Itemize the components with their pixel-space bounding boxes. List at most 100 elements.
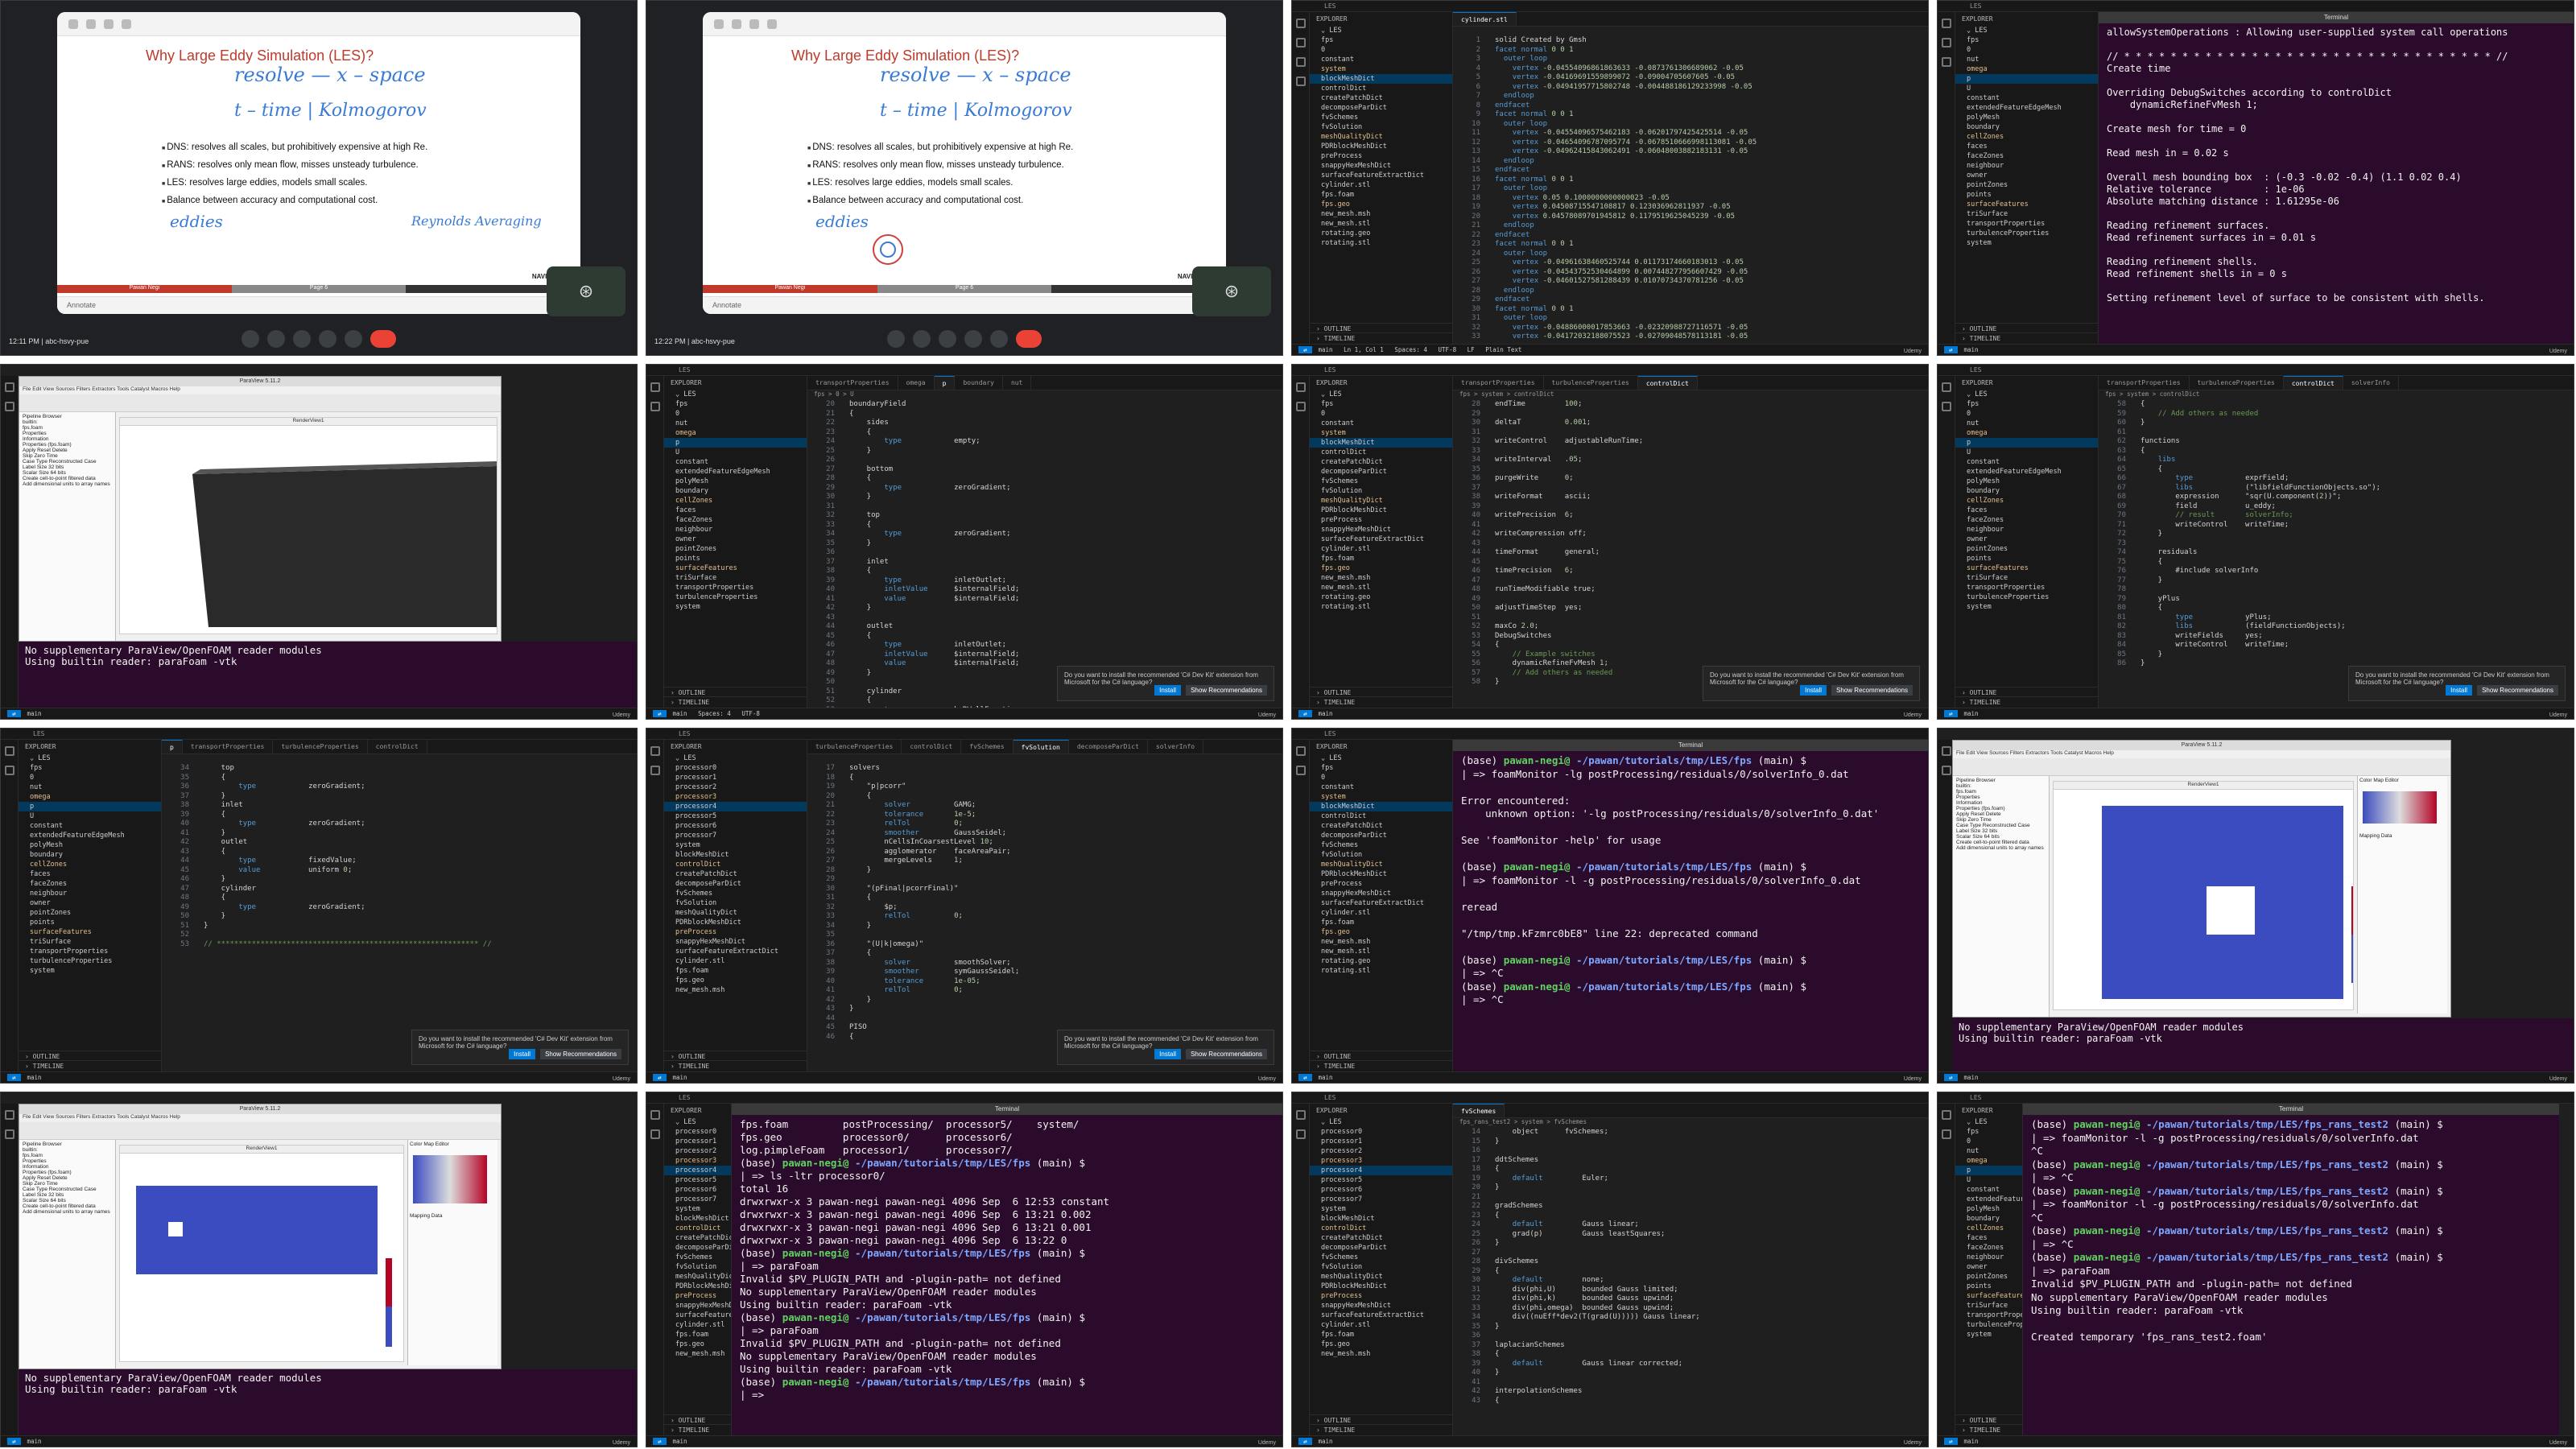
explorer-item[interactable]: fps.foam [1310, 190, 1452, 200]
install-button[interactable]: Install [2446, 685, 2473, 696]
remote-indicator[interactable]: ⇄ [653, 1438, 667, 1445]
explorer-item[interactable]: faces [1955, 1233, 2022, 1243]
explorer-item[interactable]: U [19, 811, 161, 821]
explorer-item[interactable]: controlDict [664, 1224, 731, 1233]
color-map-editor[interactable]: Color Map Editor Mapping Data [2357, 776, 2447, 1013]
explorer-item[interactable]: new_mesh.stl [1310, 583, 1452, 592]
paraview-menu[interactable]: File Edit View Sources Filters Extractor… [1953, 750, 2450, 758]
explorer-item[interactable]: fps.foam [1310, 554, 1452, 564]
section-timeline[interactable]: › TIMELINE [664, 696, 807, 708]
explorer-item[interactable]: extendedFeatureEdgeMesh [1955, 103, 2098, 113]
install-button[interactable]: Install [509, 1049, 536, 1059]
explorer-item[interactable]: fvSchemes [664, 1253, 731, 1262]
editor-tab[interactable]: boundary [955, 376, 1003, 390]
explorer-item[interactable]: constant [1310, 419, 1452, 428]
highlighter-icon[interactable] [732, 19, 741, 29]
explorer-item[interactable]: faces [19, 869, 161, 879]
editor-tab[interactable]: turbulenceProperties [2190, 376, 2284, 390]
explorer-root[interactable]: ⌄ LES [1955, 1117, 2022, 1127]
explorer-root[interactable]: ⌄ LES [664, 390, 807, 399]
explorer-item[interactable]: surfaceFeatures [1955, 200, 2098, 209]
present-icon[interactable] [319, 330, 336, 348]
editor-tab[interactable]: transportProperties [807, 376, 898, 390]
explorer-item[interactable]: triSurface [664, 573, 807, 583]
explorer-item[interactable]: omega [1955, 1156, 2022, 1166]
explorer-item[interactable]: meshQualityDict [1310, 1272, 1452, 1282]
editor-tab[interactable]: transportProperties [1453, 376, 1544, 390]
files-icon[interactable] [1295, 382, 1306, 392]
explorer-item[interactable]: nut [19, 782, 161, 792]
explorer-item[interactable]: fps.geo [664, 976, 807, 985]
explorer-item[interactable]: boundary [19, 850, 161, 860]
terminal-panel[interactable]: Terminal fps.foam postProcessing/ proces… [732, 1104, 1282, 1435]
explorer-item[interactable]: faces [1955, 506, 2098, 515]
explorer-item[interactable]: neighbour [19, 889, 161, 898]
breadcrumb[interactable]: fps > 0 > U [807, 390, 1282, 400]
explorer-item[interactable]: boundary [1955, 122, 2098, 132]
editor-tab[interactable]: nut [1003, 376, 1032, 390]
explorer-item[interactable]: processor7 [1310, 1195, 1452, 1204]
explorer-item[interactable]: polyMesh [1955, 113, 2098, 122]
explorer-item[interactable]: fps [1310, 35, 1452, 45]
explorer-item[interactable]: faceZones [19, 879, 161, 889]
files-icon[interactable] [1941, 382, 1951, 392]
section-timeline[interactable]: › TIMELINE [1955, 696, 2098, 708]
explorer-item[interactable]: faces [664, 506, 807, 515]
undo-icon[interactable] [122, 19, 131, 29]
explorer-item[interactable]: fps.geo [1310, 927, 1452, 937]
editor-tab[interactable]: turbulenceProperties [273, 740, 368, 753]
explorer-item[interactable]: processor6 [664, 821, 807, 831]
explorer-item[interactable]: points [1955, 554, 2098, 564]
editor-tab[interactable]: turbulenceProperties [807, 740, 902, 753]
explorer-item[interactable]: cellZones [1955, 132, 2098, 142]
breadcrumb[interactable]: fps > system > controlDict [2099, 390, 2574, 400]
remote-indicator[interactable]: ⇄ [7, 1438, 21, 1445]
section-timeline[interactable]: › TIMELINE [19, 1060, 161, 1071]
explorer-item[interactable]: owner [664, 535, 807, 544]
tab-cylinder-stl[interactable]: cylinder.stl [1453, 12, 1517, 26]
explorer-item[interactable]: cylinder.stl [1310, 544, 1452, 554]
explorer-item[interactable]: cellZones [19, 860, 161, 869]
source-control-icon[interactable] [1295, 57, 1306, 67]
mic-icon[interactable] [887, 330, 905, 348]
explorer-root[interactable]: ⌄ LES [1310, 1117, 1452, 1127]
explorer-item[interactable]: system [1310, 64, 1452, 74]
explorer-item[interactable]: surfaceFeatures [1955, 564, 2098, 573]
explorer-item[interactable]: turbulenceProperties [1955, 229, 2098, 238]
present-icon[interactable] [964, 330, 982, 348]
explorer-item[interactable]: polyMesh [19, 840, 161, 850]
explorer-item[interactable]: transportProperties [1955, 583, 2098, 592]
explorer-item[interactable]: owner [1955, 535, 2098, 544]
explorer-item[interactable]: processor5 [664, 1175, 731, 1185]
files-icon[interactable] [4, 746, 14, 756]
paraview-toolbar[interactable] [1953, 758, 2450, 776]
editor-tab[interactable]: decomposeParDict [1069, 740, 1148, 753]
section-timeline[interactable]: › TIMELINE [1310, 1060, 1452, 1071]
explorer-item[interactable]: fps.foam [664, 966, 807, 976]
explorer-item[interactable]: controlDict [1310, 448, 1452, 457]
explorer-item[interactable]: pointZones [19, 908, 161, 918]
explorer-item[interactable]: fps [1955, 1127, 2022, 1137]
editor-tab[interactable]: controlDict [2283, 376, 2343, 390]
remote-indicator[interactable]: ⇄ [653, 710, 667, 717]
explorer-item[interactable]: system [664, 1204, 731, 1214]
explorer-item[interactable]: controlDict [1310, 811, 1452, 821]
explorer-item[interactable]: system [664, 602, 807, 612]
explorer-root[interactable]: ⌄ LES [1310, 753, 1452, 763]
explorer-item[interactable]: system [1955, 238, 2098, 248]
section-timeline[interactable]: › TIMELINE [1310, 332, 1452, 344]
explorer-root[interactable]: ⌄ LES [664, 1117, 731, 1127]
explorer-item[interactable]: processor6 [1310, 1185, 1452, 1195]
annotate-bar[interactable]: Annotate [703, 296, 1226, 314]
section-timeline[interactable]: › TIMELINE [664, 1060, 807, 1071]
explorer-item[interactable]: processor5 [664, 811, 807, 821]
explorer-item[interactable]: blockMeshDict [664, 850, 807, 860]
explorer-item[interactable]: processor6 [664, 1185, 731, 1195]
explorer-item[interactable]: processor7 [664, 1195, 731, 1204]
explorer-item[interactable]: fvSolution [1310, 486, 1452, 496]
explorer-item[interactable]: constant [1955, 1185, 2022, 1195]
explorer-item[interactable]: surfaceFeatures [19, 927, 161, 937]
explorer-item[interactable]: preProcess [1310, 1291, 1452, 1301]
files-icon[interactable] [4, 1110, 14, 1120]
explorer-item[interactable]: controlDict [1310, 1224, 1452, 1233]
